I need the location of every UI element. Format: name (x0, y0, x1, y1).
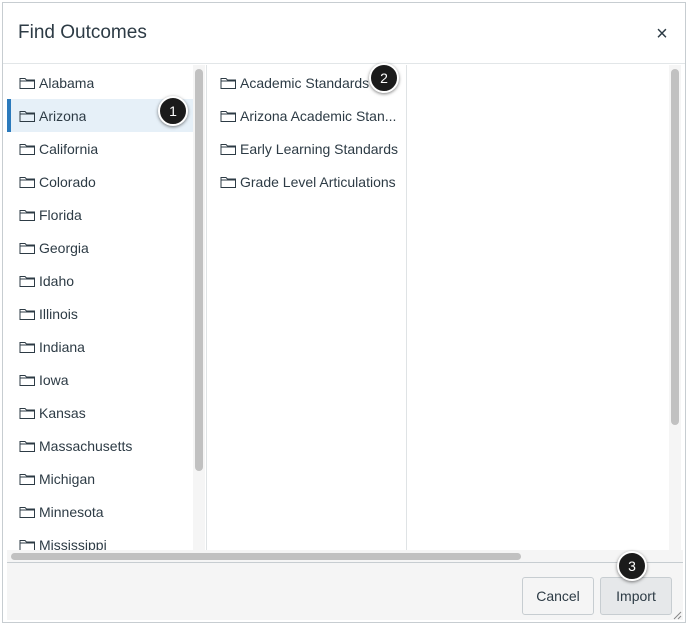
state-folder-label: Mississippi (39, 536, 107, 551)
close-icon[interactable]: × (653, 24, 671, 44)
folder-icon (19, 407, 35, 419)
folder-icon (19, 110, 35, 122)
state-folder-label: Alabama (39, 74, 95, 91)
state-folder-label: Minnesota (39, 503, 104, 520)
callout-badge-3: 3 (617, 551, 647, 581)
find-outcomes-dialog: Find Outcomes × Alabama Arizona California… (2, 2, 686, 623)
state-folder-item[interactable]: Illinois (7, 297, 193, 330)
cancel-button[interactable]: Cancel (522, 577, 594, 615)
outcome-group-item[interactable]: Arizona Academic Stan... (207, 99, 403, 132)
state-folder-item[interactable]: Mississippi (7, 528, 193, 550)
state-folder-item[interactable]: Indiana (7, 330, 193, 363)
outcome-browser: Alabama Arizona California Colorado Florida G… (7, 65, 683, 550)
folder-icon (19, 143, 35, 155)
folder-icon (19, 341, 35, 353)
state-folder-label: Arizona (39, 107, 87, 124)
state-folder-item[interactable]: Florida (7, 198, 193, 231)
state-folder-label: Georgia (39, 239, 89, 256)
content-scrollbar[interactable] (671, 69, 679, 425)
folder-icon (220, 143, 236, 155)
state-folder-item[interactable]: Georgia (7, 231, 193, 264)
resize-handle-icon[interactable] (672, 610, 682, 620)
state-folder-item[interactable]: Idaho (7, 264, 193, 297)
state-folder-label: California (39, 140, 99, 157)
dialog-title: Find Outcomes (18, 22, 147, 43)
states-column: Alabama Arizona California Colorado Florida G… (7, 65, 207, 550)
folder-icon (19, 77, 35, 89)
dialog-header: Find Outcomes × (3, 3, 685, 64)
state-folder-label: Kansas (39, 404, 86, 421)
state-folder-item[interactable]: Iowa (7, 363, 193, 396)
state-folder-item[interactable]: Colorado (7, 165, 193, 198)
horizontal-scroll-track[interactable] (7, 550, 683, 562)
state-folder-item[interactable]: Minnesota (7, 495, 193, 528)
outcome-group-item[interactable]: Early Learning Standards (207, 132, 403, 165)
state-folder-label: Colorado (39, 173, 96, 190)
state-folder-label: Massachusetts (39, 437, 133, 454)
state-folder-item[interactable]: California (7, 132, 193, 165)
folder-icon (19, 275, 35, 287)
folder-icon (220, 176, 236, 188)
state-folder-item[interactable]: Michigan (7, 462, 193, 495)
folder-icon (19, 308, 35, 320)
folder-icon (19, 374, 35, 386)
empty-column (407, 65, 683, 550)
import-button[interactable]: Import (600, 577, 672, 615)
folder-icon (220, 77, 236, 89)
state-folder-label: Indiana (39, 338, 85, 355)
states-scrollbar[interactable] (195, 69, 203, 471)
state-folder-item[interactable]: Kansas (7, 396, 193, 429)
callout-badge-2: 2 (369, 63, 399, 93)
state-folder-label: Iowa (39, 371, 69, 388)
horizontal-scrollbar[interactable] (11, 553, 521, 560)
folder-icon (220, 110, 236, 122)
callout-badge-1: 1 (158, 96, 188, 126)
outcome-group-label: Grade Level Articulations (240, 173, 396, 190)
state-folder-label: Michigan (39, 470, 96, 487)
state-folder-item[interactable]: Massachusetts (7, 429, 193, 462)
state-folder-label: Florida (39, 206, 82, 223)
folder-icon (19, 209, 35, 221)
folder-icon (19, 506, 35, 518)
state-folder-label: Illinois (39, 305, 78, 322)
dialog-footer: Cancel Import (7, 562, 683, 620)
outcome-group-label: Academic Standards (240, 74, 370, 91)
folder-icon (19, 473, 35, 485)
folder-icon (19, 242, 35, 254)
folder-icon (19, 539, 35, 550)
outcome-group-item[interactable]: Grade Level Articulations (207, 165, 403, 198)
folder-icon (19, 176, 35, 188)
outcome-group-label: Early Learning Standards (240, 140, 398, 157)
groups-column: Academic Standards Arizona Academic Stan.… (207, 65, 407, 550)
folder-icon (19, 440, 35, 452)
state-folder-label: Idaho (39, 272, 75, 289)
outcome-group-label: Arizona Academic Stan... (240, 107, 397, 124)
state-folder-item[interactable]: Alabama (7, 66, 193, 99)
